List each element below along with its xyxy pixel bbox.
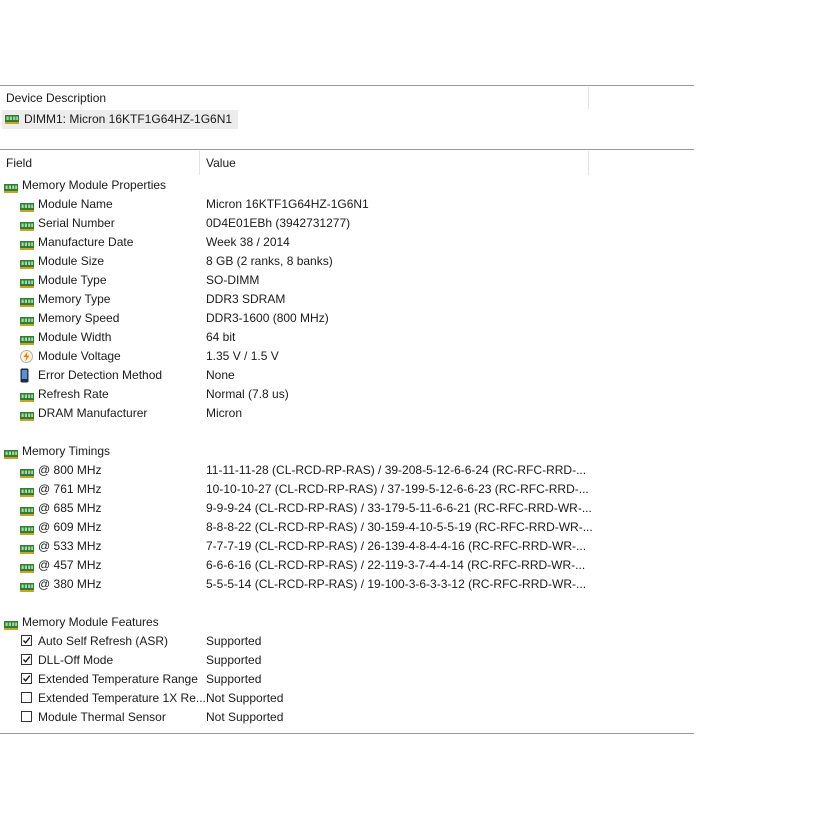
- field-name: Module Type: [38, 273, 107, 287]
- device-item-dimm1[interactable]: DIMM1: Micron 16KTF1G64HZ-1G6N1: [2, 110, 239, 129]
- field-name: @ 800 MHz: [38, 463, 102, 477]
- group-header-properties[interactable]: Memory Module Properties: [0, 176, 694, 195]
- field-name: Memory Module Properties: [22, 178, 167, 192]
- field-value: Week 38 / 2014: [206, 235, 290, 249]
- field-value: Not Supported: [206, 691, 284, 705]
- list-item[interactable]: @ 533 MHz 7-7-7-19 (CL-RCD-RP-RAS) / 26-1…: [0, 537, 694, 556]
- field-name: @ 685 MHz: [38, 501, 102, 515]
- top-border: [0, 85, 694, 86]
- field-name: Extended Temperature Range: [38, 672, 198, 686]
- header-divider[interactable]: [588, 87, 589, 109]
- field-name: Manufacture Date: [38, 235, 134, 249]
- field-value: Not Supported: [206, 710, 284, 724]
- field-value: None: [206, 368, 235, 382]
- field-value: Supported: [206, 653, 262, 667]
- list-item[interactable]: Error Detection Method None: [0, 366, 694, 385]
- field-name: Memory Timings: [22, 444, 111, 458]
- checkbox-checked-icon: [21, 654, 32, 665]
- checkbox-unchecked-icon: [21, 711, 32, 722]
- list-item[interactable]: @ 761 MHz 10-10-10-27 (CL-RCD-RP-RAS) / 3…: [0, 480, 694, 499]
- field-value: 0D4E01EBh (3942731277): [206, 216, 351, 230]
- list-item[interactable]: @ 609 MHz 8-8-8-22 (CL-RCD-RP-RAS) / 30-1…: [0, 518, 694, 537]
- list-item[interactable]: Module Name Micron 16KTF1G64HZ-1G6N1: [0, 195, 694, 214]
- field-name: Error Detection Method: [38, 368, 163, 382]
- list-item[interactable]: Extended Temperature Range Supported: [0, 670, 694, 689]
- field-value: 6-6-6-16 (CL-RCD-RP-RAS) / 22-119-3-7-4-…: [206, 558, 586, 572]
- list-top-border: [0, 149, 694, 150]
- field-name: @ 457 MHz: [38, 558, 102, 572]
- checkbox-checked-icon: [21, 635, 32, 646]
- field-value: 7-7-7-19 (CL-RCD-RP-RAS) / 26-139-4-8-4-…: [206, 539, 587, 553]
- ram-icon: [20, 408, 34, 427]
- column-divider-field[interactable]: [199, 151, 200, 175]
- field-value: Normal (7.8 us): [206, 387, 289, 401]
- checkbox-unchecked-icon: [21, 692, 32, 703]
- group-header-timings[interactable]: Memory Timings: [0, 442, 694, 461]
- ram-icon: [20, 579, 34, 598]
- field-name: @ 761 MHz: [38, 482, 102, 496]
- column-header-field[interactable]: Field: [6, 154, 32, 173]
- column-header-value[interactable]: Value: [206, 154, 236, 173]
- list-item[interactable]: @ 380 MHz 5-5-5-14 (CL-RCD-RP-RAS) / 19-1…: [0, 575, 694, 594]
- list-item[interactable]: Manufacture Date Week 38 / 2014: [0, 233, 694, 252]
- field-value: Supported: [206, 634, 262, 648]
- field-name: Serial Number: [38, 216, 115, 230]
- field-value: SO-DIMM: [206, 273, 260, 287]
- checkbox-checked-icon: [21, 673, 32, 684]
- field-name: Memory Module Features: [22, 615, 159, 629]
- field-name: @ 380 MHz: [38, 577, 102, 591]
- field-value: 11-11-11-28 (CL-RCD-RP-RAS) / 39-208-5-1…: [206, 463, 587, 477]
- field-name: Extended Temperature 1X Re...: [38, 691, 206, 705]
- list-item[interactable]: @ 685 MHz 9-9-9-24 (CL-RCD-RP-RAS) / 33-1…: [0, 499, 694, 518]
- field-value: DDR3-1600 (800 MHz): [206, 311, 329, 325]
- device-item-label: DIMM1: Micron 16KTF1G64HZ-1G6N1: [24, 112, 233, 126]
- list-item[interactable]: DRAM Manufacturer Micron: [0, 404, 694, 423]
- field-value: 9-9-9-24 (CL-RCD-RP-RAS) / 33-179-5-11-6…: [206, 501, 592, 515]
- field-value: 10-10-10-27 (CL-RCD-RP-RAS) / 37-199-5-1…: [206, 482, 589, 496]
- field-name: Module Name: [38, 197, 113, 211]
- field-name: Module Width: [38, 330, 112, 344]
- list-item[interactable]: Module Voltage 1.35 V / 1.5 V: [0, 347, 694, 366]
- field-value: 5-5-5-14 (CL-RCD-RP-RAS) / 19-100-3-6-3-…: [206, 577, 587, 591]
- ram-module-icon: [5, 115, 19, 124]
- field-value: DDR3 SDRAM: [206, 292, 286, 306]
- field-name: DRAM Manufacturer: [38, 406, 148, 420]
- list-item[interactable]: Module Type SO-DIMM: [0, 271, 694, 290]
- list-item[interactable]: @ 457 MHz 6-6-6-16 (CL-RCD-RP-RAS) / 22-1…: [0, 556, 694, 575]
- field-name: Module Thermal Sensor: [38, 710, 166, 724]
- field-value: 1.35 V / 1.5 V: [206, 349, 279, 363]
- field-name: Memory Speed: [38, 311, 120, 325]
- field-name: Refresh Rate: [38, 387, 109, 401]
- field-value: Supported: [206, 672, 262, 686]
- list-item[interactable]: Refresh Rate Normal (7.8 us): [0, 385, 694, 404]
- list-item[interactable]: Serial Number 0D4E01EBh (3942731277): [0, 214, 694, 233]
- list-item[interactable]: Extended Temperature 1X Re... Not Support…: [0, 689, 694, 708]
- field-name: Auto Self Refresh (ASR): [38, 634, 169, 648]
- device-description-header[interactable]: Device Description: [6, 89, 106, 108]
- list-item[interactable]: Module Size 8 GB (2 ranks, 8 banks): [0, 252, 694, 271]
- field-value: Micron: [206, 406, 243, 420]
- field-name: Module Size: [38, 254, 105, 268]
- field-name: @ 609 MHz: [38, 520, 102, 534]
- list-item[interactable]: Module Thermal Sensor Not Supported: [0, 708, 694, 727]
- column-divider-value[interactable]: [588, 151, 589, 175]
- list-item[interactable]: DLL-Off Mode Supported: [0, 651, 694, 670]
- field-name: DLL-Off Mode: [38, 653, 114, 667]
- group-header-features[interactable]: Memory Module Features: [0, 613, 694, 632]
- list-item[interactable]: Memory Speed DDR3-1600 (800 MHz): [0, 309, 694, 328]
- field-name: @ 533 MHz: [38, 539, 102, 553]
- field-value: 8-8-8-22 (CL-RCD-RP-RAS) / 30-159-4-10-5…: [206, 520, 593, 534]
- field-name: Module Voltage: [38, 349, 121, 363]
- bottom-border: [0, 733, 694, 734]
- list-item[interactable]: Module Width 64 bit: [0, 328, 694, 347]
- field-value: 64 bit: [206, 330, 236, 344]
- list-item[interactable]: Memory Type DDR3 SDRAM: [0, 290, 694, 309]
- field-name: Memory Type: [38, 292, 111, 306]
- list-item[interactable]: Auto Self Refresh (ASR) Supported: [0, 632, 694, 651]
- field-value: 8 GB (2 ranks, 8 banks): [206, 254, 333, 268]
- list-item[interactable]: @ 800 MHz 11-11-11-28 (CL-RCD-RP-RAS) / 3…: [0, 461, 694, 480]
- field-value: Micron 16KTF1G64HZ-1G6N1: [206, 197, 369, 211]
